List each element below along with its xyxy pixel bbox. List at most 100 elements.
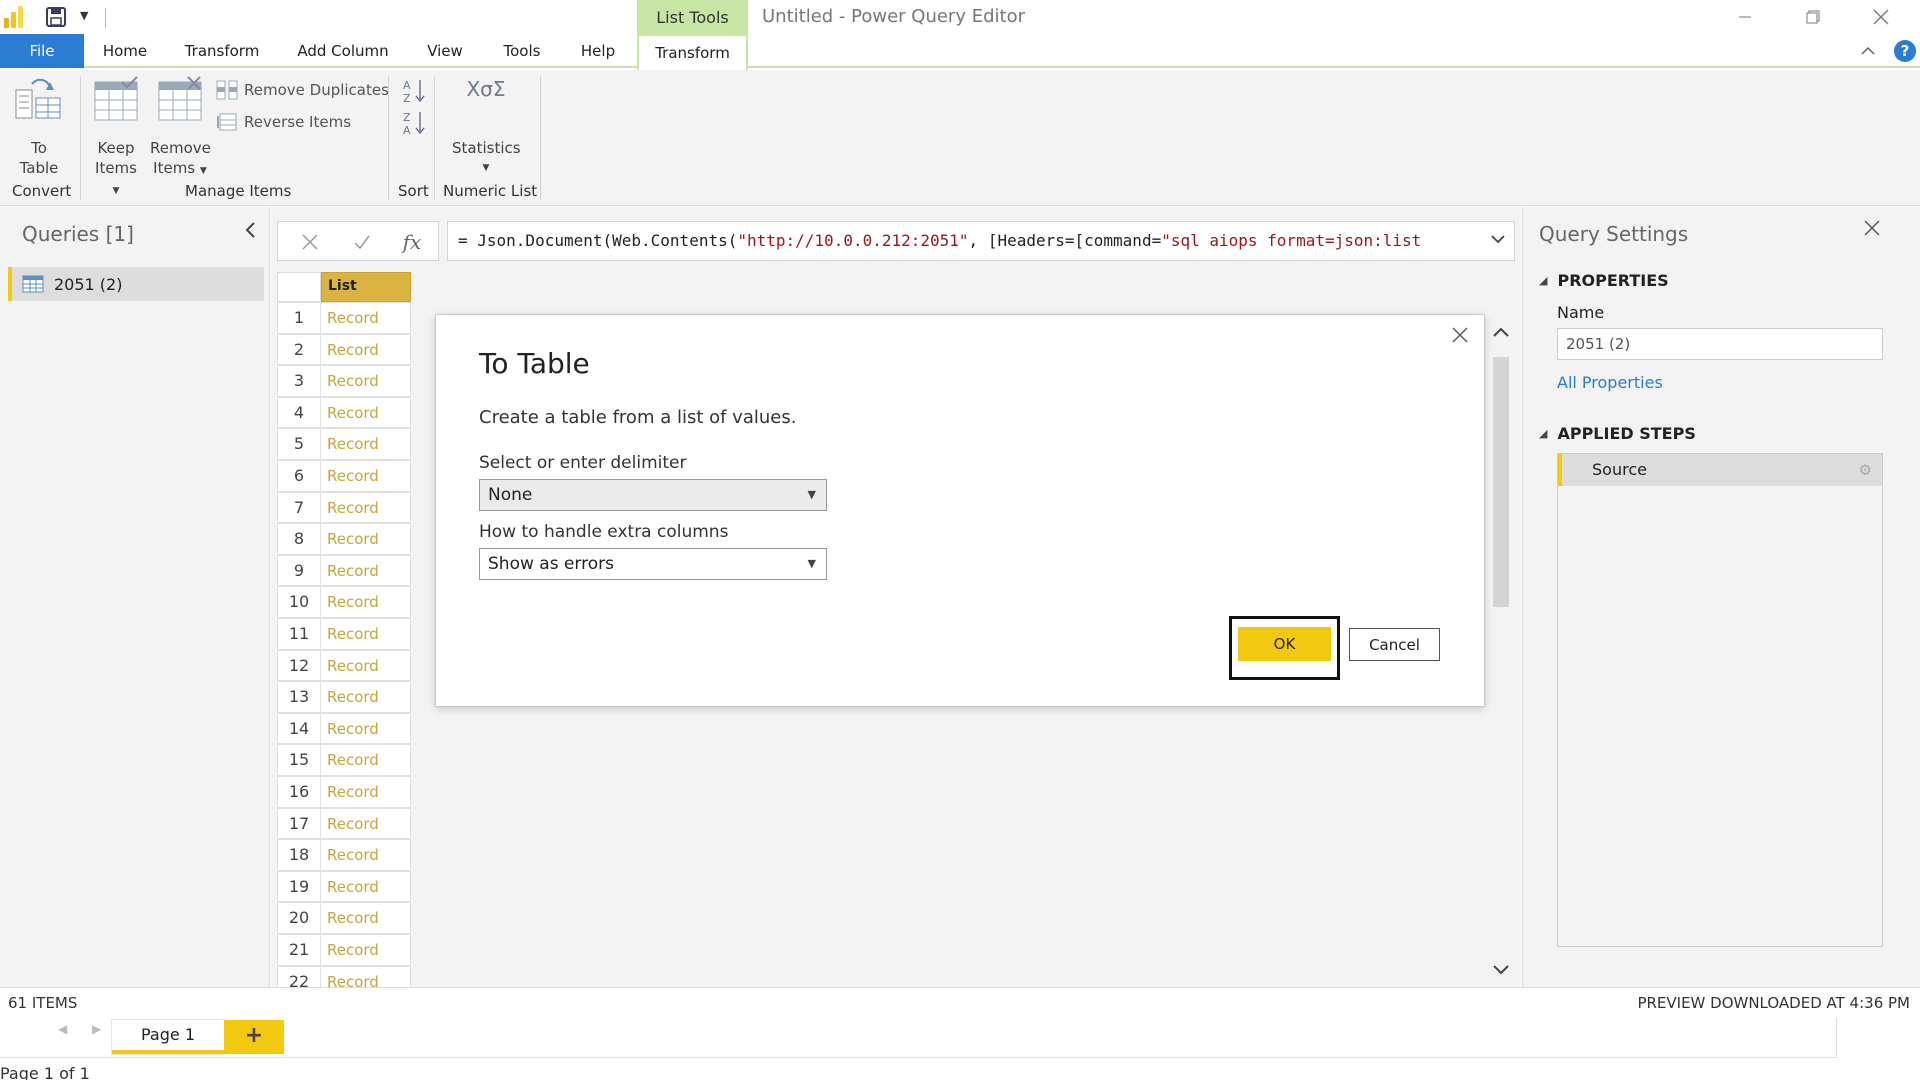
table-row[interactable]: 16 Record [277,776,411,808]
collapse-ribbon-icon[interactable] [1860,42,1876,61]
record-link[interactable]: Record [321,902,411,934]
table-row[interactable]: 4 Record [277,396,411,429]
row-number[interactable]: 8 [277,523,321,555]
table-row[interactable]: 11 Record [277,618,411,650]
record-link[interactable]: Record [321,618,411,650]
record-link[interactable]: Record [321,365,411,397]
collapse-queries-icon[interactable] [243,221,257,243]
record-link[interactable]: Record [321,396,411,429]
extra-columns-select[interactable]: Show as errors ▼ [479,548,827,580]
record-link[interactable]: Record [321,523,411,555]
step-source[interactable]: Source ⚙ [1558,454,1882,486]
record-link[interactable]: Record [321,491,411,524]
record-link[interactable]: Record [321,870,411,903]
all-properties-link[interactable]: All Properties [1557,373,1663,392]
table-row[interactable]: 7 Record [277,491,411,524]
record-link[interactable]: Record [321,934,411,966]
record-link[interactable]: Record [321,839,411,871]
row-number[interactable]: 2 [277,333,321,366]
tab-home[interactable]: Home [92,34,158,68]
table-row[interactable]: 8 Record [277,523,411,555]
add-page-button[interactable]: + [224,1020,284,1054]
close-dialog-icon[interactable] [1450,325,1470,349]
record-link[interactable]: Record [321,302,411,334]
record-link[interactable]: Record [321,712,411,745]
cancel-button[interactable]: Cancel [1349,628,1440,661]
table-row[interactable]: 3 Record [277,365,411,397]
close-settings-icon[interactable] [1863,219,1881,241]
record-link[interactable]: Record [321,333,411,366]
keep-items-button[interactable]: Keep Items ▼ [90,76,142,196]
row-number[interactable]: 19 [277,870,321,903]
row-number[interactable]: 21 [277,934,321,966]
table-row[interactable]: 14 Record [277,712,411,745]
cancel-formula-icon[interactable] [290,228,330,256]
table-row[interactable]: 10 Record [277,586,411,618]
table-row[interactable]: 5 Record [277,428,411,460]
ok-button[interactable]: OK [1238,627,1331,661]
row-number[interactable]: 9 [277,554,321,587]
next-page-icon[interactable]: ▶ [92,1022,101,1036]
confirm-formula-icon[interactable] [342,228,382,256]
help-icon[interactable]: ? [1894,40,1916,62]
query-name-input[interactable] [1557,328,1883,360]
record-link[interactable]: Record [321,807,411,840]
query-item[interactable]: 2051 (2) [8,267,264,301]
statistics-button[interactable]: XσΣ Statistics ▼ [452,76,521,180]
sort-descending-button[interactable]: ZA [402,110,426,137]
row-number[interactable]: 5 [277,428,321,460]
tab-tools[interactable]: Tools [494,34,550,68]
quick-access-dropdown-icon[interactable]: ▼ [80,9,88,22]
minimize-button[interactable] [1722,0,1768,34]
row-number[interactable]: 14 [277,712,321,745]
tab-help[interactable]: Help [570,34,626,68]
save-icon[interactable] [46,7,66,27]
tab-list-transform[interactable]: Transform [637,34,748,70]
record-link[interactable]: Record [321,428,411,460]
remove-items-button[interactable]: Remove Items ▼ [150,76,211,180]
reverse-items-button[interactable]: Reverse Items [216,112,351,132]
tab-view[interactable]: View [418,34,472,68]
row-number[interactable]: 13 [277,681,321,713]
row-number[interactable]: 10 [277,586,321,618]
record-link[interactable]: Record [321,744,411,776]
table-row[interactable]: 21 Record [277,934,411,966]
table-row[interactable]: 1 Record [277,302,411,334]
sort-ascending-button[interactable]: AZ [402,78,426,105]
gear-icon[interactable]: ⚙ [1859,461,1872,479]
restore-button[interactable] [1790,0,1836,34]
page-tab[interactable]: Page 1 [112,1020,224,1054]
row-number[interactable]: 17 [277,807,321,840]
table-row[interactable]: 20 Record [277,902,411,934]
row-number[interactable]: 18 [277,839,321,871]
row-number[interactable]: 11 [277,618,321,650]
row-number[interactable]: 12 [277,649,321,682]
row-number[interactable]: 1 [277,302,321,334]
delimiter-select[interactable]: None ▼ [479,479,827,511]
scroll-up-icon[interactable] [1492,323,1510,342]
table-row[interactable]: 18 Record [277,839,411,871]
record-link[interactable]: Record [321,649,411,682]
table-row[interactable]: 15 Record [277,744,411,776]
record-link[interactable]: Record [321,681,411,713]
record-link[interactable]: Record [321,554,411,587]
tab-file[interactable]: File [0,34,84,68]
close-window-button[interactable] [1858,0,1904,34]
to-table-button[interactable]: To Table [12,76,66,180]
vertical-scrollbar[interactable] [1489,317,1513,987]
table-row[interactable]: 17 Record [277,807,411,840]
row-number[interactable]: 3 [277,365,321,397]
column-header-list[interactable]: List [321,272,411,302]
row-number[interactable]: 7 [277,491,321,524]
record-link[interactable]: Record [321,460,411,492]
table-row[interactable]: 13 Record [277,681,411,713]
table-row[interactable]: 19 Record [277,870,411,903]
scroll-down-icon[interactable] [1492,961,1510,980]
expand-formula-icon[interactable] [1490,230,1506,249]
row-number[interactable]: 6 [277,460,321,492]
fx-icon[interactable]: fx [392,228,432,256]
remove-duplicates-button[interactable]: Remove Duplicates [216,80,389,100]
previous-page-icon[interactable]: ◀ [58,1022,67,1036]
row-number[interactable]: 4 [277,396,321,429]
applied-steps-section[interactable]: ◢ APPLIED STEPS [1539,424,1696,443]
